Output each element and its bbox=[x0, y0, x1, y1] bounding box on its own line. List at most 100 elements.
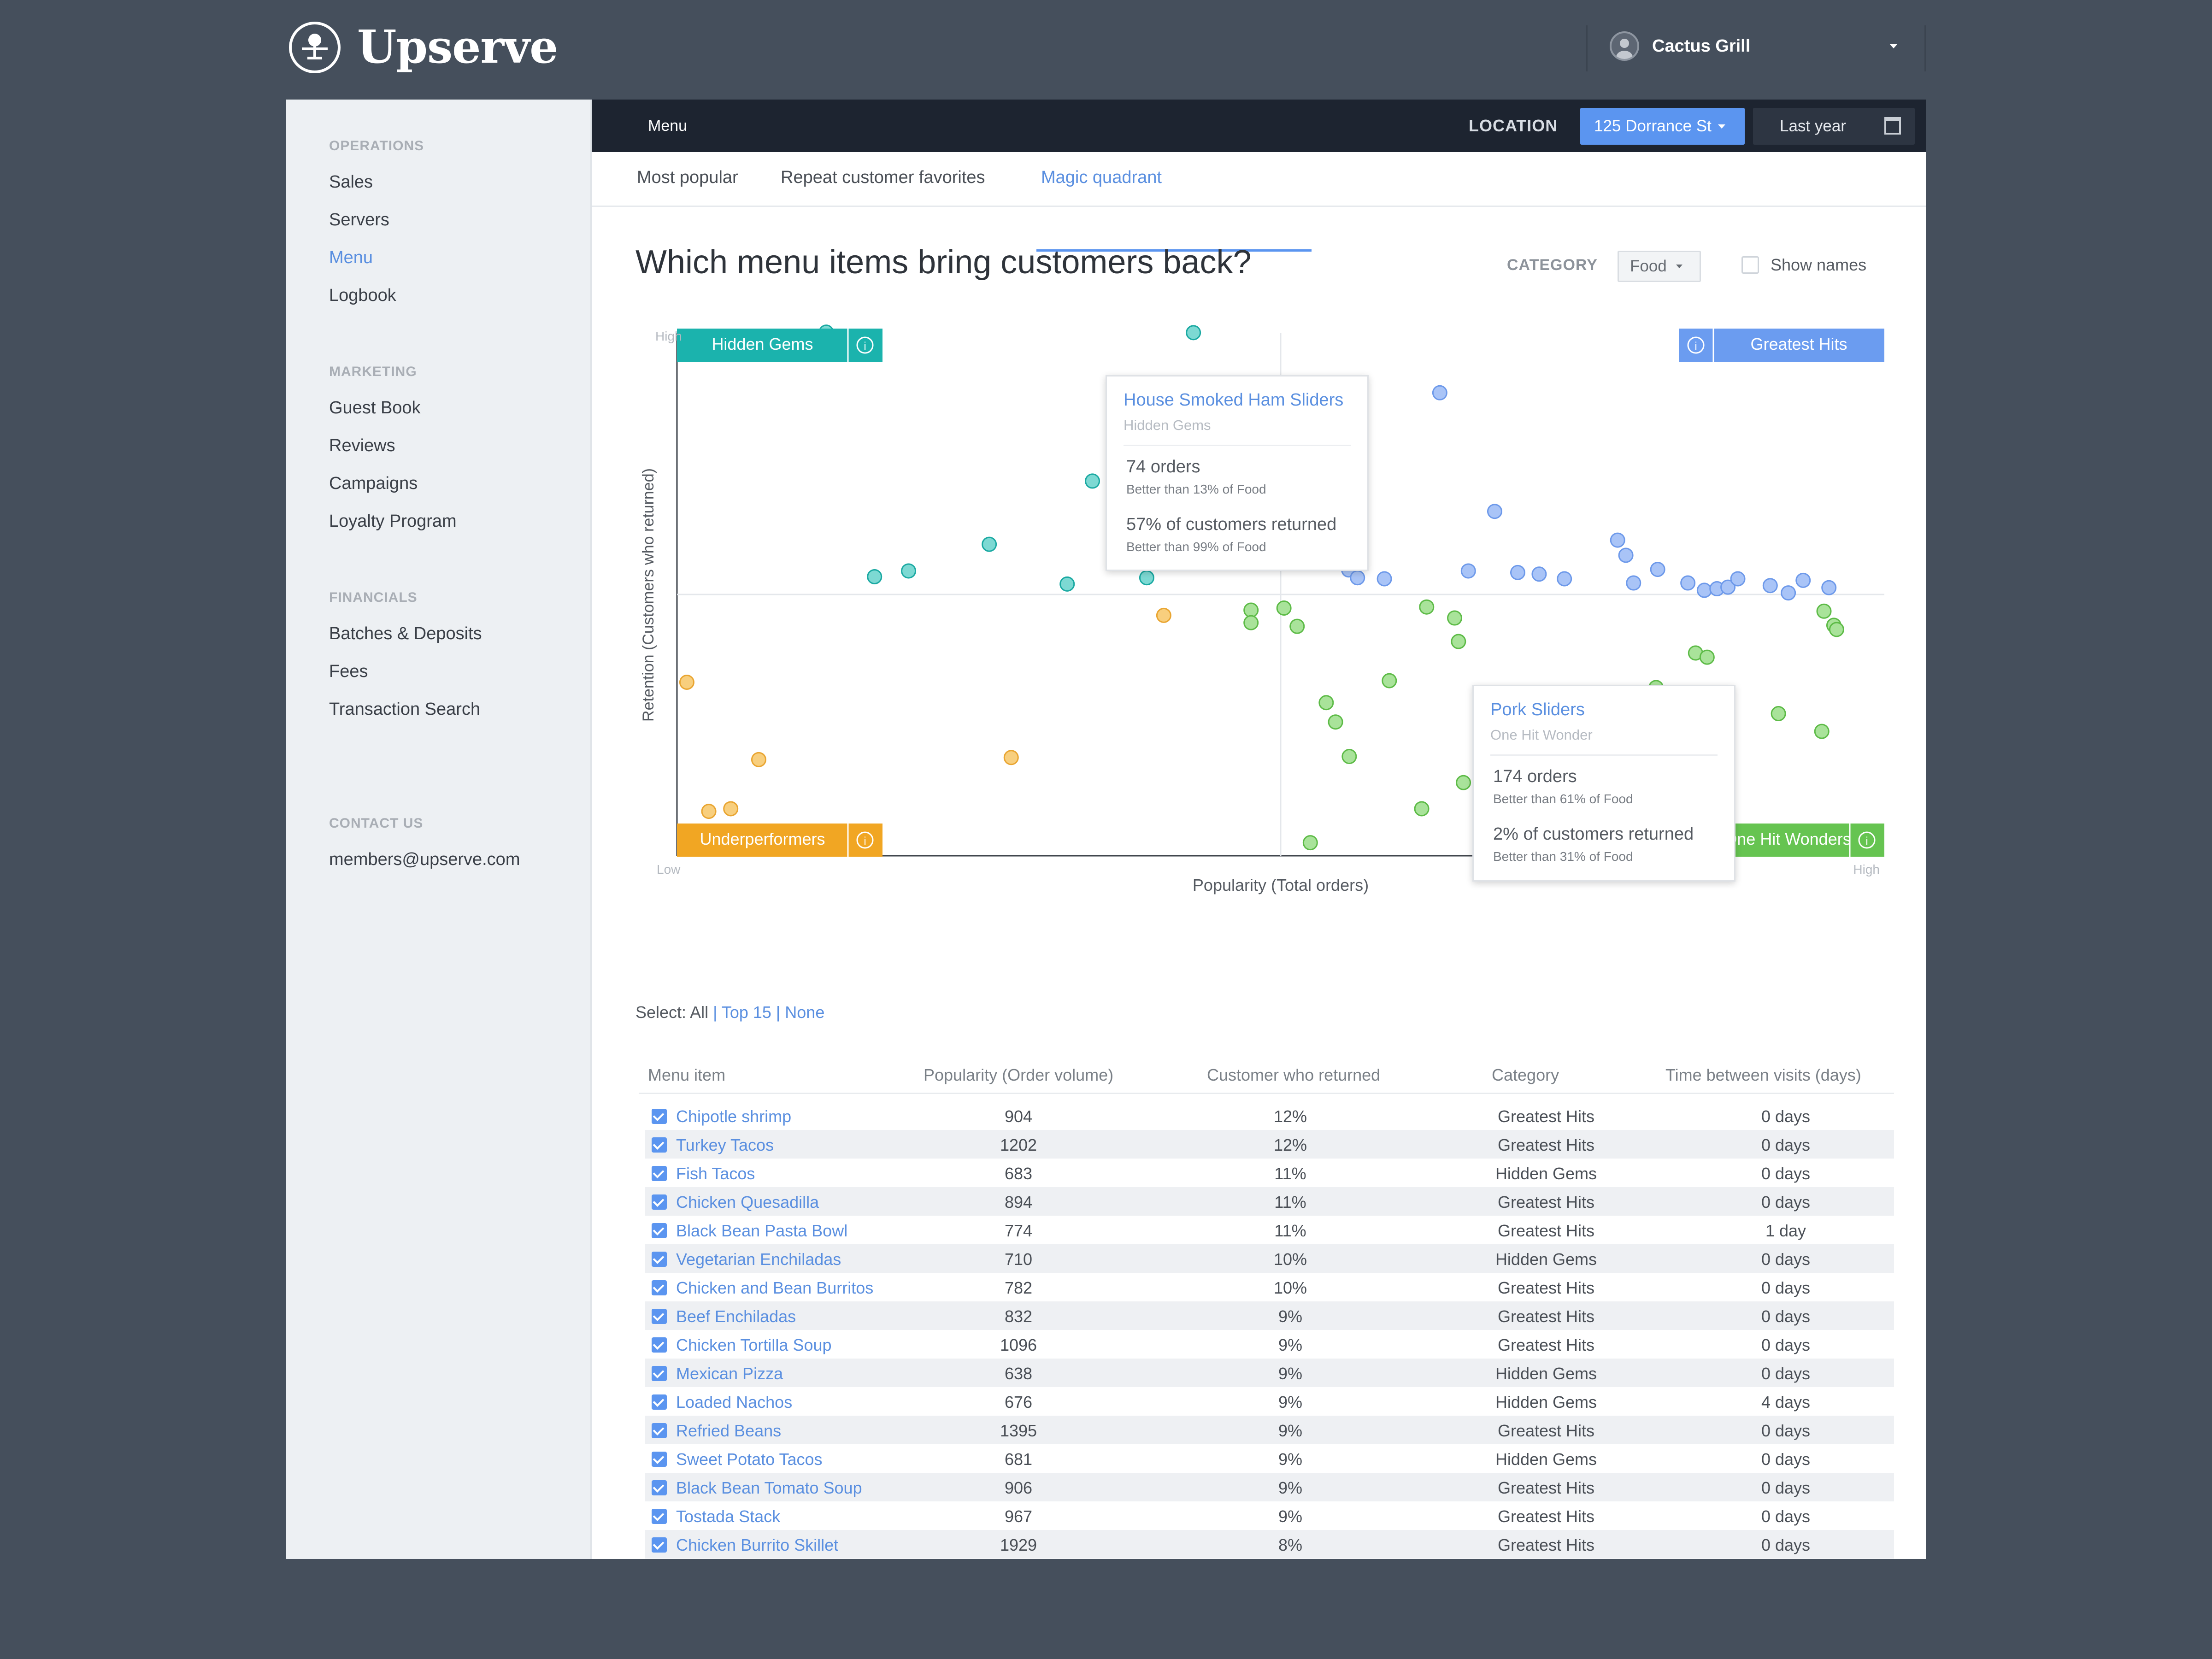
row-category: Greatest Hits bbox=[1497, 1335, 1595, 1354]
chevron-down-icon[interactable] bbox=[1889, 44, 1898, 48]
data-point-greatest-hits bbox=[1610, 532, 1625, 548]
row-category: Hidden Gems bbox=[1495, 1250, 1597, 1269]
account-menu[interactable]: Cactus Grill bbox=[1610, 31, 1750, 61]
data-point-one-hit-wonders bbox=[1814, 724, 1830, 739]
row-checkbox[interactable] bbox=[652, 1537, 667, 1553]
column-header-time-between-visits[interactable]: Time between visits (days) bbox=[1665, 1065, 1861, 1085]
tooltip-card: House Smoked Ham Sliders Hidden Gems 74 … bbox=[1106, 375, 1369, 571]
row-item-name[interactable]: Refried Beans bbox=[676, 1421, 781, 1441]
data-point-one-hit-wonders bbox=[1341, 749, 1357, 765]
row-item-name[interactable]: Black Bean Tomato Soup bbox=[676, 1478, 862, 1498]
column-header-popularity[interactable]: Popularity (Order volume) bbox=[924, 1065, 1113, 1085]
row-popularity: 906 bbox=[1004, 1478, 1033, 1497]
contact-email-link[interactable]: members@upserve.com bbox=[329, 850, 520, 870]
row-item-name[interactable]: Chipotle shrimp bbox=[676, 1107, 791, 1126]
row-checkbox[interactable] bbox=[652, 1480, 667, 1495]
data-point-greatest-hits bbox=[1762, 578, 1778, 594]
row-returned: 11% bbox=[1274, 1164, 1306, 1183]
data-point-hidden-gems bbox=[1139, 570, 1154, 586]
tooltip-returned-note: Better than 31% of Food bbox=[1493, 849, 1633, 864]
sidebar-item-reviews[interactable]: Reviews bbox=[329, 436, 395, 456]
row-checkbox[interactable] bbox=[652, 1509, 667, 1524]
row-time-between-visits: 0 days bbox=[1761, 1135, 1811, 1154]
avatar-icon bbox=[1610, 31, 1639, 61]
row-item-name[interactable]: Vegetarian Enchiladas bbox=[676, 1250, 841, 1269]
sidebar-item-campaigns[interactable]: Campaigns bbox=[329, 474, 418, 494]
data-point-hidden-gems bbox=[1085, 473, 1100, 489]
sidebar-item-fees[interactable]: Fees bbox=[329, 662, 368, 682]
sidebar-item-guest-book[interactable]: Guest Book bbox=[329, 398, 421, 418]
row-item-name[interactable]: Loaded Nachos bbox=[676, 1393, 792, 1412]
row-returned: 9% bbox=[1278, 1421, 1303, 1440]
data-point-greatest-hits bbox=[1730, 571, 1746, 587]
row-returned: 10% bbox=[1273, 1278, 1307, 1297]
row-time-between-visits: 0 days bbox=[1761, 1335, 1811, 1354]
select-none-link[interactable]: None bbox=[785, 1003, 824, 1022]
row-checkbox[interactable] bbox=[652, 1194, 667, 1210]
data-point-one-hit-wonders bbox=[1382, 673, 1397, 688]
row-checkbox[interactable] bbox=[652, 1223, 667, 1238]
table-row: Refried Beans 1395 9% Greatest Hits 0 days bbox=[645, 1416, 1894, 1444]
sidebar-item-transaction-search[interactable]: Transaction Search bbox=[329, 700, 480, 719]
data-point-one-hit-wonders bbox=[1699, 649, 1715, 665]
tooltip-orders-note: Better than 61% of Food bbox=[1493, 792, 1633, 806]
row-checkbox[interactable] bbox=[652, 1137, 667, 1153]
brand-logo[interactable]: Upserve bbox=[289, 21, 558, 74]
data-point-hidden-gems bbox=[1059, 576, 1075, 592]
sidebar-item-servers[interactable]: Servers bbox=[329, 210, 389, 230]
select-all-link[interactable]: Select: All bbox=[635, 1003, 708, 1022]
row-checkbox[interactable] bbox=[652, 1423, 667, 1438]
row-item-name[interactable]: Sweet Potato Tacos bbox=[676, 1450, 823, 1469]
sidebar-item-batches-deposits[interactable]: Batches & Deposits bbox=[329, 624, 482, 644]
row-time-between-visits: 0 days bbox=[1761, 1107, 1811, 1126]
row-checkbox[interactable] bbox=[652, 1309, 667, 1324]
row-item-name[interactable]: Chicken and Bean Burritos bbox=[676, 1278, 873, 1298]
row-item-name[interactable]: Chicken Tortilla Soup bbox=[676, 1335, 832, 1355]
row-category: Greatest Hits bbox=[1497, 1107, 1595, 1126]
row-returned: 11% bbox=[1274, 1193, 1306, 1212]
sidebar: OPERATIONS Sales Servers Menu Logbook MA… bbox=[286, 100, 592, 1559]
row-checkbox[interactable] bbox=[652, 1452, 667, 1467]
row-checkbox[interactable] bbox=[652, 1337, 667, 1353]
row-checkbox[interactable] bbox=[652, 1252, 667, 1267]
row-item-name[interactable]: Mexican Pizza bbox=[676, 1364, 783, 1383]
row-checkbox[interactable] bbox=[652, 1109, 667, 1124]
data-point-one-hit-wonders bbox=[1328, 714, 1343, 730]
sidebar-item-menu[interactable]: Menu bbox=[329, 248, 373, 268]
data-point-greatest-hits bbox=[1618, 547, 1634, 563]
row-checkbox[interactable] bbox=[652, 1166, 667, 1181]
tooltip-returned: 2% of customers returned bbox=[1493, 824, 1694, 844]
row-popularity: 683 bbox=[1004, 1164, 1033, 1183]
data-point-greatest-hits bbox=[1460, 563, 1476, 579]
row-item-name[interactable]: Black Bean Pasta Bowl bbox=[676, 1221, 847, 1241]
row-popularity: 774 bbox=[1004, 1221, 1033, 1240]
main-content: Menu LOCATION 125 Dorrance St Last year … bbox=[592, 100, 1926, 1559]
row-item-name[interactable]: Fish Tacos bbox=[676, 1164, 755, 1183]
column-header-customer-returned[interactable]: Customer who returned bbox=[1207, 1065, 1380, 1085]
row-item-name[interactable]: Beef Enchiladas bbox=[676, 1307, 796, 1326]
sidebar-item-sales[interactable]: Sales bbox=[329, 172, 373, 192]
row-checkbox[interactable] bbox=[652, 1366, 667, 1381]
row-category: Greatest Hits bbox=[1497, 1535, 1595, 1554]
sidebar-item-logbook[interactable]: Logbook bbox=[329, 286, 396, 306]
row-checkbox[interactable] bbox=[652, 1280, 667, 1295]
select-top-15-link[interactable]: | Top 15 | bbox=[713, 1003, 780, 1022]
row-popularity: 1395 bbox=[1000, 1421, 1037, 1440]
header-divider bbox=[1924, 25, 1926, 71]
table-row: Chicken Tortilla Soup 1096 9% Greatest Hits… bbox=[645, 1330, 1894, 1359]
brand-name: Upserve bbox=[357, 21, 558, 74]
row-item-name[interactable]: Chicken Burrito Skillet bbox=[676, 1535, 838, 1555]
row-item-name[interactable]: Turkey Tacos bbox=[676, 1135, 774, 1155]
row-item-name[interactable]: Tostada Stack bbox=[676, 1507, 780, 1526]
data-point-one-hit-wonders bbox=[1816, 603, 1832, 619]
column-header-menu-item[interactable]: Menu item bbox=[648, 1065, 725, 1085]
row-item-name[interactable]: Chicken Quesadilla bbox=[676, 1193, 819, 1212]
data-point-one-hit-wonders bbox=[1771, 706, 1786, 722]
data-point-greatest-hits bbox=[1350, 570, 1365, 586]
info-icon-glyph: i bbox=[1694, 340, 1697, 353]
column-header-category[interactable]: Category bbox=[1492, 1065, 1559, 1085]
y-high-label: High bbox=[655, 329, 682, 343]
row-checkbox[interactable] bbox=[652, 1394, 667, 1410]
sidebar-item-loyalty-program[interactable]: Loyalty Program bbox=[329, 512, 457, 531]
tooltip-returned-note: Better than 99% of Food bbox=[1126, 540, 1266, 554]
